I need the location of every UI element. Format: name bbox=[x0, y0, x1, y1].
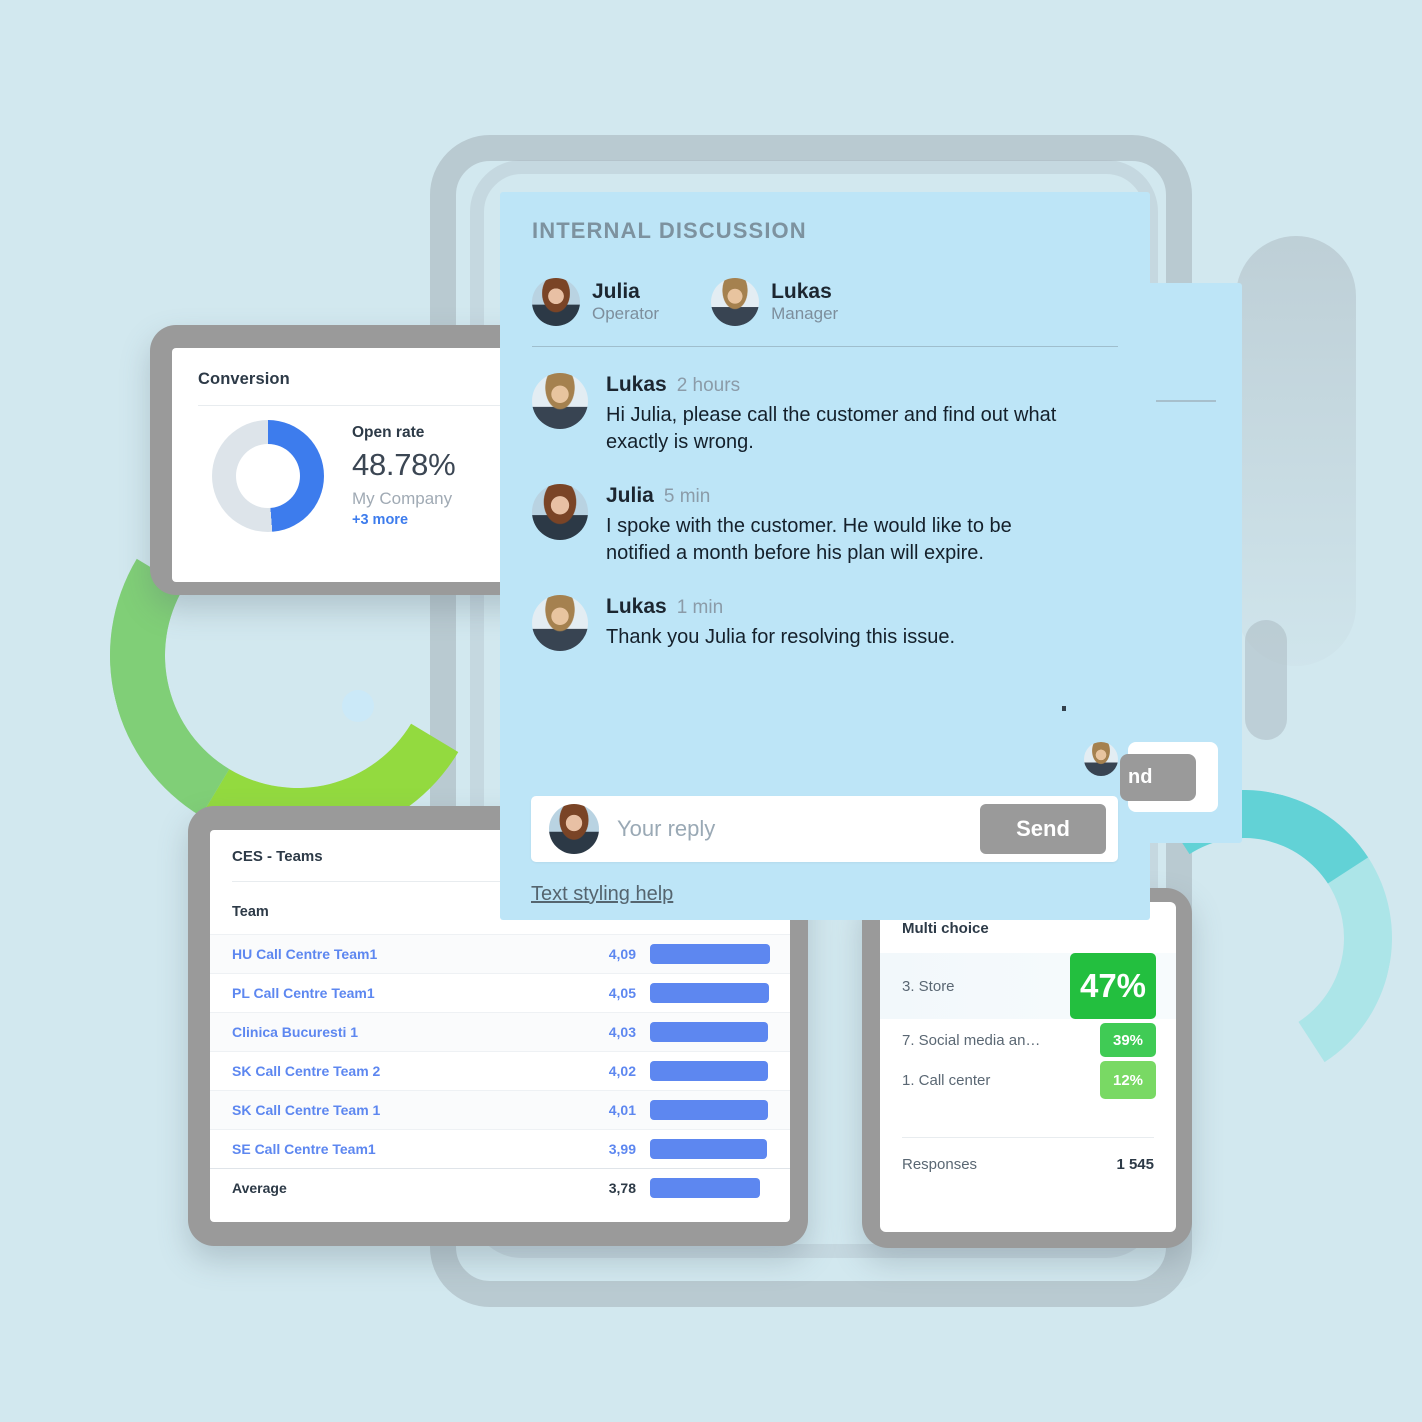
option-label: 3. Store bbox=[902, 977, 955, 995]
more-series-link[interactable]: +3 more bbox=[352, 512, 455, 528]
score-bar-track bbox=[650, 1061, 790, 1081]
score-bar bbox=[650, 944, 770, 964]
message-timestamp: 5 min bbox=[663, 486, 711, 507]
team-name: SE Call Centre Team1 bbox=[232, 1141, 376, 1157]
responses-label: Responses bbox=[902, 1156, 978, 1173]
score-bar-track bbox=[650, 1022, 790, 1042]
conversion-stats: Open rate 48.78% My Company +3 more bbox=[352, 424, 456, 528]
table-row[interactable]: SK Call Centre Team 1 4,01 bbox=[210, 1090, 790, 1129]
internal-discussion-heading: INTERNAL DISCUSSION bbox=[532, 218, 807, 243]
text-styling-help-link[interactable]: Text styling help bbox=[531, 883, 673, 906]
avatar-julia-composer bbox=[549, 804, 599, 854]
option-label: 7. Social media an… bbox=[902, 1031, 1041, 1049]
option-percentage-badge: 47% bbox=[1070, 953, 1156, 1019]
multi-choice-footer: Responses 1 545 bbox=[880, 1138, 1176, 1173]
punctuation-artifact bbox=[1062, 706, 1066, 711]
score-bar bbox=[650, 1100, 768, 1120]
message-text: Hi Julia, please call the customer and f… bbox=[606, 404, 1057, 453]
list-item[interactable]: 7. Social media an… 39% bbox=[902, 1023, 1156, 1057]
open-rate-value: 48.78% bbox=[352, 447, 456, 482]
team-score: 4,01 bbox=[608, 1102, 636, 1118]
team-name: PL Call Centre Team1 bbox=[232, 985, 375, 1001]
participant: Julia Operator bbox=[532, 278, 659, 326]
avatar-lukas bbox=[532, 595, 588, 651]
score-bar-track bbox=[650, 944, 790, 964]
background-chat-card-divider bbox=[1156, 400, 1216, 402]
option-percentage-badge: 39% bbox=[1100, 1023, 1156, 1057]
blue-dot-decoration bbox=[342, 690, 374, 722]
score-bar-track bbox=[650, 1178, 790, 1198]
message: Lukas 2 hours Hi Julia, please call the cu… bbox=[532, 373, 1150, 456]
message-timestamp: 2 hours bbox=[676, 375, 741, 396]
team-name: SK Call Centre Team 2 bbox=[232, 1063, 381, 1079]
message-author: Lukas bbox=[606, 595, 667, 618]
avatar-lukas-small bbox=[1084, 742, 1118, 776]
participant-name: Lukas bbox=[771, 279, 832, 303]
background-blur-shape-small bbox=[1245, 620, 1287, 740]
team-name: Average bbox=[232, 1180, 287, 1196]
responses-value: 1 545 bbox=[1116, 1156, 1154, 1173]
score-bar bbox=[650, 1022, 769, 1042]
table-row[interactable]: SK Call Centre Team 2 4,02 bbox=[210, 1051, 790, 1090]
option-percentage-badge: 12% bbox=[1100, 1061, 1156, 1099]
table-row[interactable]: HU Call Centre Team1 4,09 bbox=[210, 934, 790, 973]
table-row[interactable]: SE Call Centre Team1 3,99 bbox=[210, 1129, 790, 1168]
option-label: 1. Call center bbox=[902, 1071, 991, 1089]
multi-choice-options: 3. Store 47% 7. Social media an… 39% 1. Call… bbox=[880, 937, 1176, 1099]
team-score: 4,09 bbox=[608, 946, 636, 962]
message-timestamp: 1 min bbox=[676, 597, 724, 618]
avatar-lukas bbox=[711, 278, 760, 326]
table-row[interactable]: Average 3,78 bbox=[210, 1168, 790, 1207]
message: Julia 5 min I spoke with the customer. He … bbox=[532, 484, 1150, 567]
team-name: Clinica Bucuresti 1 bbox=[232, 1024, 359, 1040]
table-row[interactable]: PL Call Centre Team1 4,05 bbox=[210, 973, 790, 1012]
team-score: 4,02 bbox=[608, 1063, 636, 1079]
background-send-button: nd bbox=[1120, 754, 1196, 801]
message-author: Lukas bbox=[606, 373, 667, 396]
participant: Lukas Manager bbox=[711, 278, 838, 326]
participants-list: Julia Operator Lukas Manager bbox=[500, 244, 1150, 326]
list-item[interactable]: 3. Store 47% bbox=[880, 953, 1176, 1019]
reply-input[interactable] bbox=[615, 815, 980, 843]
team-score: 3,99 bbox=[608, 1141, 636, 1157]
table-row[interactable]: Clinica Bucuresti 1 4,03 bbox=[210, 1012, 790, 1051]
message-author: Julia bbox=[606, 484, 654, 507]
avatar-lukas bbox=[532, 373, 588, 429]
participant-role: Operator bbox=[592, 303, 660, 323]
avatar-julia bbox=[532, 278, 580, 326]
score-bar bbox=[650, 983, 769, 1003]
canvas: Conversion Open rate 48.78% My Company +… bbox=[0, 0, 1422, 1422]
score-bar-track bbox=[650, 1139, 790, 1159]
score-bar bbox=[650, 1139, 767, 1159]
message: Lukas 1 min Thank you Julia for resolving … bbox=[532, 595, 1150, 651]
participant-role: Manager bbox=[771, 303, 839, 323]
company-label: My Company bbox=[352, 489, 453, 508]
open-rate-donut-chart bbox=[212, 420, 324, 532]
team-score: 4,03 bbox=[608, 1024, 636, 1040]
score-bar bbox=[650, 1178, 761, 1198]
send-button[interactable]: Send bbox=[980, 804, 1106, 854]
multi-choice-card: Multi choice 3. Store 47% 7. Social media … bbox=[880, 902, 1176, 1232]
background-blur-shape bbox=[1236, 236, 1356, 666]
team-name: SK Call Centre Team 1 bbox=[232, 1102, 381, 1118]
team-score: 3,78 bbox=[608, 1180, 636, 1196]
ces-table-body: HU Call Centre Team1 4,09 PL Call Centre T… bbox=[210, 934, 790, 1207]
score-bar-track bbox=[650, 983, 790, 1003]
team-score: 4,05 bbox=[608, 985, 636, 1001]
participant-name: Julia bbox=[592, 279, 640, 303]
list-item[interactable]: 1. Call center 12% bbox=[902, 1061, 1156, 1099]
avatar-julia bbox=[532, 484, 588, 540]
reply-composer: Send bbox=[531, 796, 1118, 862]
open-rate-label: Open rate bbox=[352, 424, 425, 441]
message-text: Thank you Julia for resolving this issue… bbox=[606, 626, 956, 648]
score-bar bbox=[650, 1061, 768, 1081]
message-text: I spoke with the customer. He would like… bbox=[606, 515, 1012, 564]
score-bar-track bbox=[650, 1100, 790, 1120]
message-list: Lukas 2 hours Hi Julia, please call the cu… bbox=[500, 347, 1150, 651]
team-name: HU Call Centre Team1 bbox=[232, 946, 378, 962]
